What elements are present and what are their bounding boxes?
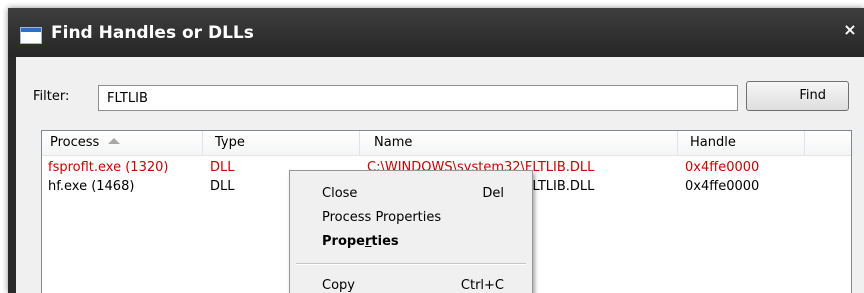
menu-separator xyxy=(296,263,526,265)
menu-item-properties[interactable]: Properties xyxy=(290,231,532,253)
menu-item-label: Properties xyxy=(322,234,399,249)
menu-item-label: Copy xyxy=(322,278,355,293)
title-bar[interactable]: Find Handles or DLLs × xyxy=(8,8,864,57)
menu-item-process-properties[interactable]: Process Properties xyxy=(290,207,532,229)
column-header-type[interactable]: Type xyxy=(203,131,360,155)
column-label: Type xyxy=(215,135,245,150)
window-title: Find Handles or DLLs xyxy=(51,23,254,43)
column-header-process[interactable]: Process xyxy=(42,131,203,155)
cell-handle: 0x4ffe0000 xyxy=(685,179,760,194)
menu-item-shortcut: Ctrl+C xyxy=(460,278,504,293)
sort-ascending-icon xyxy=(108,137,121,144)
menu-item-label: Close xyxy=(322,186,358,201)
cell-process: hf.exe (1468) xyxy=(48,179,135,194)
find-handles-window: Find Handles or DLLs × Filter: Find Proc… xyxy=(8,8,864,293)
window-icon xyxy=(20,27,42,44)
column-label: Handle xyxy=(690,135,736,150)
menu-item-label: Process Properties xyxy=(322,210,442,225)
menu-item-shortcut: Del xyxy=(482,186,504,201)
column-header-handle[interactable]: Handle xyxy=(678,131,805,155)
close-icon[interactable]: × xyxy=(842,20,858,40)
find-button[interactable]: Find xyxy=(746,81,849,111)
menu-item-close[interactable]: Close Del xyxy=(290,183,532,205)
dialog-body: Filter: Find Process Type Name Handle fs… xyxy=(16,57,864,293)
menu-item-copy[interactable]: Copy Ctrl+C xyxy=(290,275,532,293)
cell-process: fsproflt.exe (1320) xyxy=(48,160,169,175)
list-header: Process Type Name Handle xyxy=(42,131,851,156)
column-label: Process xyxy=(50,135,100,150)
column-label: Name xyxy=(374,135,413,150)
cell-type: DLL xyxy=(210,179,235,194)
filter-input[interactable] xyxy=(98,85,738,111)
filter-label: Filter: xyxy=(33,89,70,104)
column-header-name[interactable]: Name xyxy=(360,131,678,155)
context-menu: Close Del Process Properties Properties … xyxy=(289,170,533,293)
cell-handle: 0x4ffe0000 xyxy=(685,160,760,175)
cell-type: DLL xyxy=(210,160,235,175)
